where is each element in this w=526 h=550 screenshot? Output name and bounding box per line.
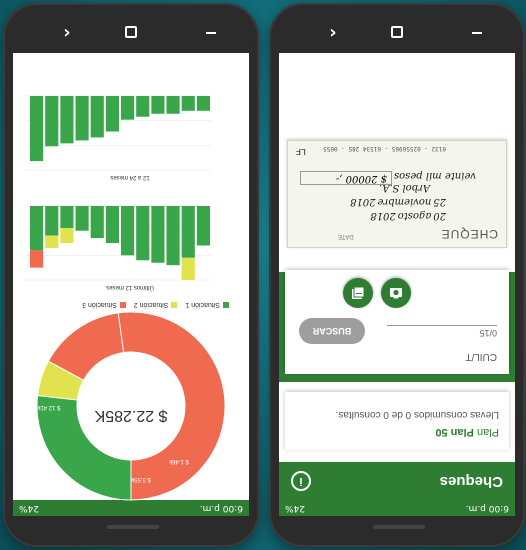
page-title: Cheques bbox=[439, 473, 503, 490]
phone-right: › 6:00 p.m. 24% Cheques i Plan Plan 50 L… bbox=[269, 3, 525, 547]
bar bbox=[105, 96, 119, 132]
app-bar: Cheques i bbox=[279, 462, 515, 500]
cuil-label: CUIL/T bbox=[465, 351, 497, 362]
bar bbox=[196, 96, 210, 111]
bar bbox=[181, 257, 195, 280]
bar bbox=[60, 228, 74, 243]
bar bbox=[136, 206, 150, 261]
bar bbox=[45, 96, 59, 147]
bar bbox=[166, 206, 180, 266]
speaker bbox=[373, 525, 425, 529]
donut-chart: $ 12.41k $ 3.55k $ 1.46k $ 22.285K bbox=[17, 306, 245, 506]
search-card: CUIL/T 0/15 BUSCAR bbox=[285, 270, 509, 374]
bar bbox=[30, 250, 44, 268]
bar bbox=[166, 96, 180, 114]
bar bbox=[121, 206, 135, 256]
minus-icon[interactable] bbox=[465, 21, 489, 45]
cheque-image: CHEQUE DATE 20 agosto 2018 25 noviembre … bbox=[287, 140, 507, 248]
plan-usage: Llevas consumidos 0 de 0 consultas. bbox=[335, 409, 499, 420]
bar bbox=[45, 206, 59, 236]
chevron-right-icon[interactable]: › bbox=[55, 21, 79, 45]
phone-left: › 6:00 p.m. 24% $ 12.41k $ 3.55k $ 1.46k $… bbox=[3, 3, 259, 547]
bar bbox=[105, 206, 119, 243]
cheque-words: veinte mil pesos bbox=[394, 170, 476, 181]
cheque-seal: LF bbox=[296, 147, 306, 156]
cuil-underline bbox=[387, 325, 497, 326]
cheque-title: CHEQUE bbox=[440, 227, 498, 241]
legend-item: Situación 1 bbox=[185, 301, 220, 308]
gallery-icon[interactable] bbox=[343, 278, 373, 308]
bar bbox=[181, 96, 195, 111]
bar bbox=[60, 206, 74, 229]
cheque-amount: $ 20000 ,- bbox=[300, 171, 392, 185]
speaker bbox=[107, 525, 159, 529]
bar bbox=[30, 206, 44, 251]
bar bbox=[136, 96, 150, 117]
bar bbox=[196, 206, 210, 246]
left-screen: 6:00 p.m. 24% $ 12.41k $ 3.55k $ 1.46k $ 2… bbox=[13, 53, 249, 516]
status-time: 6:00 p.m. bbox=[465, 503, 509, 513]
cuil-input[interactable]: 0/15 bbox=[479, 328, 497, 338]
bar bbox=[60, 96, 74, 144]
buscar-button[interactable]: BUSCAR bbox=[299, 318, 365, 344]
square-icon[interactable] bbox=[385, 21, 409, 45]
main-content: Plan Plan 50 Llevas consumidos 0 de 0 co… bbox=[279, 53, 515, 462]
minus-icon[interactable] bbox=[199, 21, 223, 45]
plan-name: Plan 50 bbox=[435, 426, 474, 438]
legend-item: Situación 3 bbox=[82, 301, 117, 308]
legend-swatch bbox=[171, 301, 178, 308]
plan-label: Plan bbox=[476, 426, 499, 438]
cheque-date-label: DATE bbox=[338, 233, 354, 239]
chart-legend: Situación 1 Situación 2 Situación 3 bbox=[82, 301, 235, 308]
donut-slice-label: $ 1.46k bbox=[168, 458, 189, 464]
legend-swatch bbox=[119, 301, 126, 308]
camera-icon[interactable] bbox=[381, 278, 411, 308]
bar-chart-title: Últimos 12 meses bbox=[106, 284, 154, 290]
donut-total: $ 22.285K bbox=[94, 407, 168, 424]
bar-chart-title: 12 a 24 meses bbox=[110, 174, 150, 180]
chevron-right-icon[interactable]: › bbox=[321, 21, 345, 45]
bar bbox=[45, 235, 59, 248]
bar bbox=[151, 206, 165, 263]
status-battery: 24% bbox=[285, 503, 306, 513]
plan-card: Plan Plan 50 Llevas consumidos 0 de 0 co… bbox=[285, 392, 509, 450]
bar bbox=[30, 96, 44, 162]
legend-item: Situación 2 bbox=[133, 301, 169, 308]
bar bbox=[181, 206, 195, 258]
info-icon[interactable]: i bbox=[291, 471, 311, 491]
status-bar: 6:00 p.m. 24% bbox=[279, 500, 515, 516]
bar bbox=[75, 96, 89, 141]
right-screen: 6:00 p.m. 24% Cheques i Plan Plan 50 Lle… bbox=[279, 53, 515, 516]
donut-slice-label: $ 3.55k bbox=[130, 476, 151, 482]
bar bbox=[90, 96, 104, 138]
legend-swatch bbox=[223, 301, 229, 308]
square-icon[interactable] bbox=[119, 21, 143, 45]
bar-chart-recent: Últimos 12 meses bbox=[19, 198, 241, 290]
bar bbox=[151, 96, 165, 114]
bar bbox=[75, 206, 89, 231]
bar bbox=[90, 206, 104, 239]
bar bbox=[121, 96, 135, 120]
plan-title: Plan Plan 50 bbox=[435, 426, 499, 438]
bar-chart-older: 12 a 24 meses bbox=[19, 88, 241, 180]
cheque-date-line-2: 25 noviembre 2018 bbox=[350, 196, 446, 207]
cheque-date-line: 20 agosto 2018 bbox=[370, 210, 446, 221]
cheque-micr: 0132 - 02556965 - 61534 285 - 0055 bbox=[323, 145, 446, 152]
